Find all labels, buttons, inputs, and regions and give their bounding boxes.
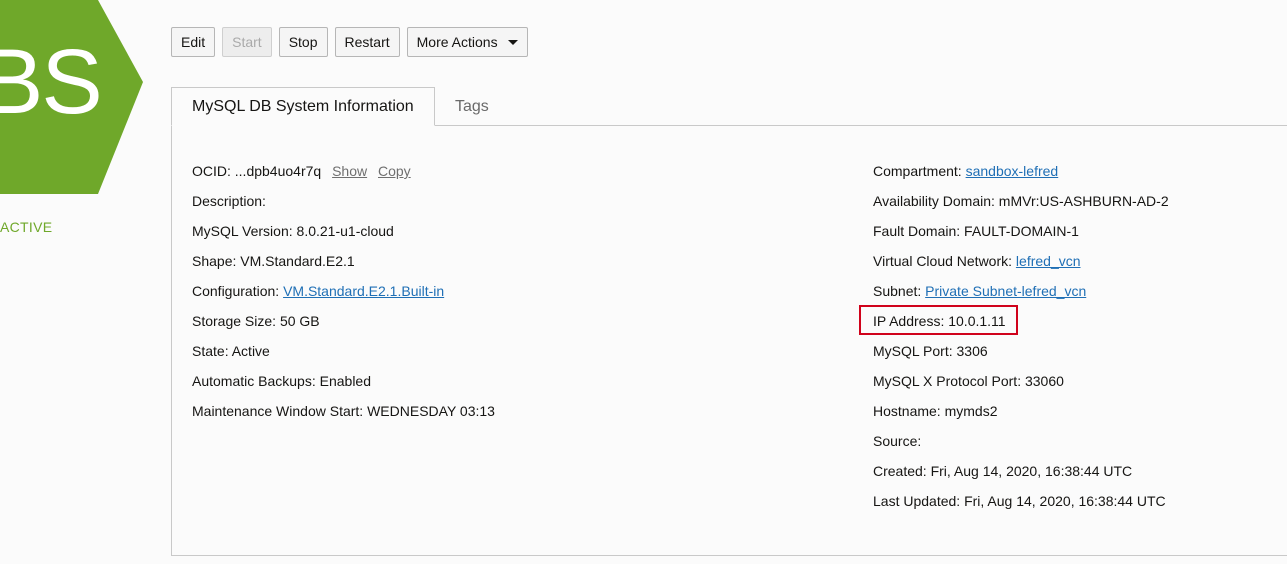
last-updated-value: Fri, Aug 14, 2020, 16:38:44 UTC (964, 493, 1166, 509)
state-row: State: Active (192, 339, 495, 369)
vcn-link[interactable]: lefred_vcn (1016, 253, 1081, 269)
fault-domain-row: Fault Domain: FAULT-DOMAIN-1 (873, 219, 1169, 249)
more-actions-label: More Actions (416, 34, 498, 50)
compartment-row: Compartment: sandbox-lefred (873, 159, 1169, 189)
mysql-port-row: MySQL Port: 3306 (873, 339, 1169, 369)
ocid-value: ...dpb4uo4r7q (234, 163, 322, 179)
configuration-row: Configuration: VM.Standard.E2.1.Built-in (192, 279, 495, 309)
start-button[interactable]: Start (222, 27, 272, 57)
last-updated-row: Last Updated: Fri, Aug 14, 2020, 16:38:4… (873, 489, 1169, 519)
subnet-link[interactable]: Private Subnet-lefred_vcn (925, 283, 1086, 299)
automatic-backups-value: Enabled (319, 373, 372, 389)
ocid-row: OCID: ...dpb4uo4r7q Show Copy (192, 159, 495, 189)
hostname-label: Hostname: (873, 403, 941, 419)
hostname-row: Hostname: mymds2 (873, 399, 1169, 429)
tab-tags[interactable]: Tags (455, 87, 489, 126)
mysql-x-port-label: MySQL X Protocol Port: (873, 373, 1022, 389)
description-row: Description: (192, 189, 495, 219)
created-label: Created: (873, 463, 927, 479)
source-row: Source: (873, 429, 1169, 459)
compartment-label: Compartment: (873, 163, 962, 179)
ocid-label: OCID: (192, 163, 231, 179)
mysql-version-row: MySQL Version: 8.0.21-u1-cloud (192, 219, 495, 249)
storage-size-value: 50 GB (279, 313, 320, 329)
hostname-value: mymds2 (944, 403, 998, 419)
created-value: Fri, Aug 14, 2020, 16:38:44 UTC (930, 463, 1133, 479)
availability-domain-value: mMVr:US-ASHBURN-AD-2 (998, 193, 1169, 209)
mysql-port-label: MySQL Port: (873, 343, 953, 359)
restart-button[interactable]: Restart (334, 27, 400, 57)
automatic-backups-label: Automatic Backups: (192, 373, 316, 389)
vcn-row: Virtual Cloud Network: lefred_vcn (873, 249, 1169, 279)
db-system-status: ACTIVE (0, 219, 53, 235)
shape-value: VM.Standard.E2.1 (240, 253, 355, 269)
mysql-x-port-value: 33060 (1024, 373, 1064, 389)
source-label: Source: (873, 433, 922, 449)
maintenance-window-label: Maintenance Window Start: (192, 403, 364, 419)
mysql-port-value: 3306 (956, 343, 988, 359)
mysql-version-label: MySQL Version: (192, 223, 293, 239)
state-value: Active (231, 343, 270, 359)
stop-button[interactable]: Stop (278, 27, 328, 57)
tab-mysql-db-system-information[interactable]: MySQL DB System Information (171, 87, 435, 126)
compartment-link[interactable]: sandbox-lefred (966, 163, 1059, 179)
ocid-copy-link[interactable]: Copy (378, 163, 411, 179)
db-system-badge-text: BS (0, 31, 103, 133)
fault-domain-label: Fault Domain: (873, 223, 961, 239)
created-row: Created: Fri, Aug 14, 2020, 16:38:44 UTC (873, 459, 1169, 489)
maintenance-window-value: WEDNESDAY 03:13 (367, 403, 495, 419)
last-updated-label: Last Updated: (873, 493, 961, 509)
action-toolbar: Edit Start Stop Restart More Actions (171, 27, 528, 57)
ip-address-highlight-box (859, 305, 1018, 335)
details-left-column: OCID: ...dpb4uo4r7q Show Copy Descriptio… (192, 159, 495, 429)
description-label: Description: (192, 193, 266, 209)
more-actions-button[interactable]: More Actions (406, 27, 528, 57)
automatic-backups-row: Automatic Backups: Enabled (192, 369, 495, 399)
storage-size-label: Storage Size: (192, 313, 277, 329)
ocid-show-link[interactable]: Show (332, 163, 367, 179)
storage-size-row: Storage Size: 50 GB (192, 309, 495, 339)
details-right-column: Compartment: sandbox-lefred Availability… (873, 159, 1169, 519)
mysql-x-port-row: MySQL X Protocol Port: 33060 (873, 369, 1169, 399)
vcn-label: Virtual Cloud Network: (873, 253, 1013, 269)
configuration-link[interactable]: VM.Standard.E2.1.Built-in (283, 283, 444, 299)
mysql-version-value: 8.0.21-u1-cloud (296, 223, 394, 239)
configuration-label: Configuration: (192, 283, 280, 299)
availability-domain-label: Availability Domain: (873, 193, 995, 209)
caret-down-icon (507, 39, 518, 45)
state-label: State: (192, 343, 229, 359)
fault-domain-value: FAULT-DOMAIN-1 (964, 223, 1079, 239)
shape-row: Shape: VM.Standard.E2.1 (192, 249, 495, 279)
subnet-label: Subnet: (873, 283, 922, 299)
edit-button[interactable]: Edit (171, 27, 216, 57)
shape-label: Shape: (192, 253, 237, 269)
maintenance-window-row: Maintenance Window Start: WEDNESDAY 03:1… (192, 399, 495, 429)
availability-domain-row: Availability Domain: mMVr:US-ASHBURN-AD-… (873, 189, 1169, 219)
